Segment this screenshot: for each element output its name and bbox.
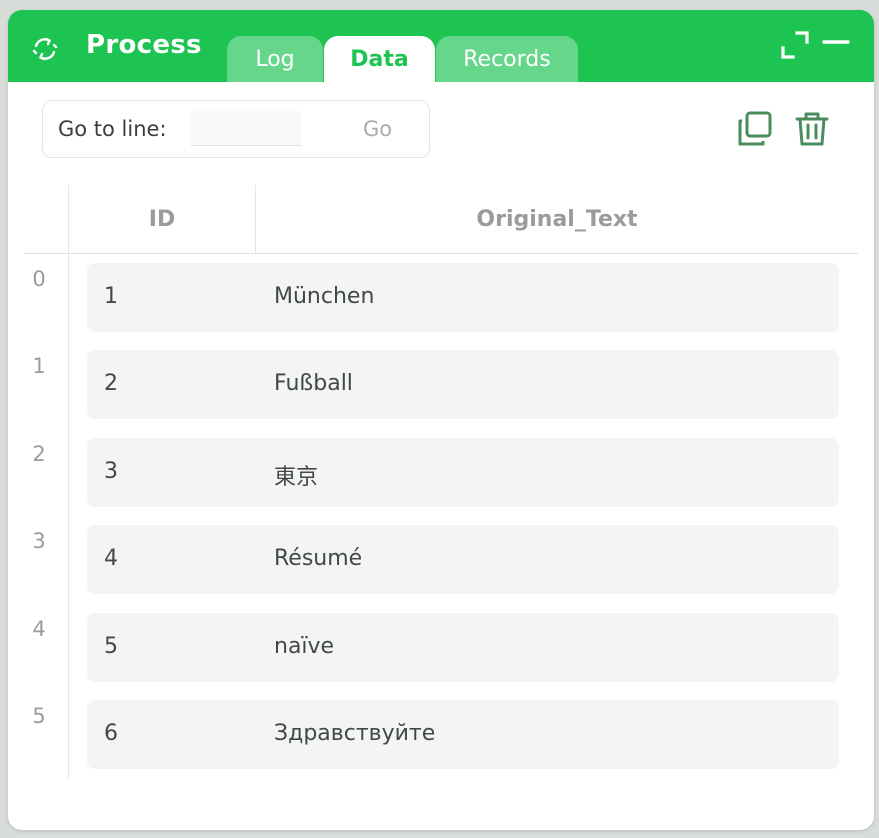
row-index: 2 [32, 442, 46, 466]
cell-original-text: Résumé [274, 546, 363, 571]
table-row[interactable]: 3 東京 [87, 438, 839, 507]
tab-records[interactable]: Records [436, 36, 578, 82]
process-window: Process Log Data Records Go to line: Go [8, 10, 874, 830]
copy-icon[interactable] [737, 110, 773, 148]
row-index: 5 [32, 704, 46, 728]
row-index: 0 [32, 267, 46, 291]
cell-original-text: Fußball [274, 371, 353, 396]
header-divider [24, 253, 858, 254]
go-button[interactable]: Go [363, 117, 392, 141]
expand-icon[interactable] [780, 30, 810, 60]
title-bar: Process Log Data Records [8, 10, 874, 82]
table-row[interactable]: 1 München [87, 263, 839, 332]
tab-log-label: Log [255, 46, 295, 72]
row-index: 3 [32, 529, 46, 553]
tab-data-label: Data [350, 46, 409, 72]
sync-icon [32, 36, 58, 62]
tab-log[interactable]: Log [227, 36, 323, 82]
cell-id: 4 [104, 546, 118, 571]
cell-original-text: München [274, 284, 375, 309]
go-to-line-panel: Go to line: Go [42, 100, 430, 158]
cell-original-text: Здравствуйте [274, 721, 436, 746]
go-to-line-label: Go to line: [58, 117, 167, 141]
cell-original-text: naïve [274, 634, 335, 659]
cell-original-text: 東京 [274, 465, 319, 490]
minimize-icon[interactable] [821, 30, 851, 60]
tab-records-label: Records [463, 46, 551, 72]
row-index: 1 [32, 354, 46, 378]
cell-id: 2 [104, 371, 118, 396]
table-row[interactable]: 2 Fußball [87, 350, 839, 419]
column-header-original-text[interactable]: Original_Text [256, 207, 858, 232]
index-divider [68, 185, 69, 779]
window-title: Process [86, 30, 202, 60]
row-index: 4 [32, 617, 46, 641]
cell-id: 5 [104, 634, 118, 659]
table-row[interactable]: 5 naïve [87, 613, 839, 682]
trash-icon[interactable] [794, 110, 830, 148]
tab-data[interactable]: Data [324, 36, 435, 82]
go-to-line-input[interactable] [191, 111, 301, 146]
cell-id: 6 [104, 721, 118, 746]
cell-id: 1 [104, 284, 118, 309]
table-row[interactable]: 6 Здравствуйте [87, 700, 839, 769]
cell-id: 3 [104, 459, 118, 484]
data-table: ID Original_Text 0 1 München 1 2 Fußball… [24, 185, 858, 785]
column-header-id[interactable]: ID [69, 207, 255, 232]
table-row[interactable]: 4 Résumé [87, 525, 839, 594]
